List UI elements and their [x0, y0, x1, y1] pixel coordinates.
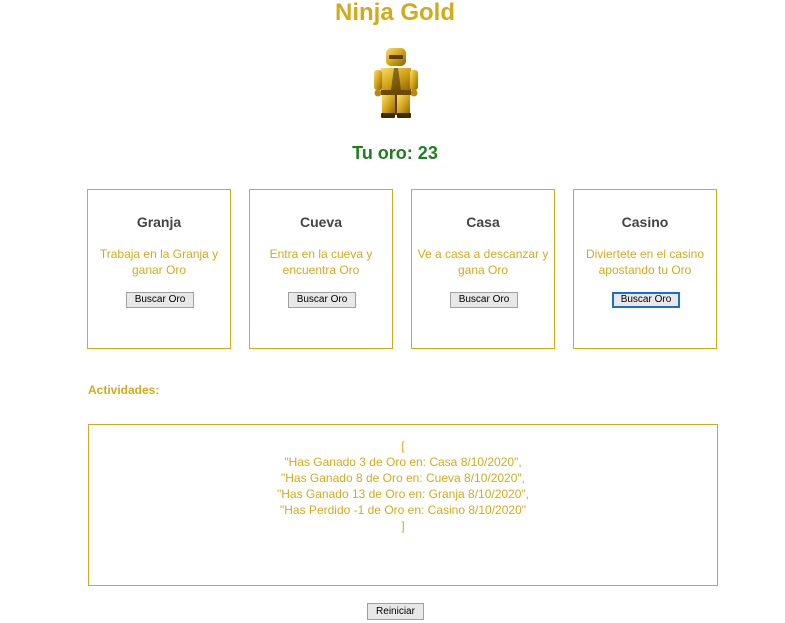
- gold-count: Tu oro: 23: [352, 143, 438, 163]
- location-title: Cueva: [299, 214, 343, 230]
- activity-log-text: [ "Has Ganado 3 de Oro en: Casa 8/10/202…: [276, 439, 530, 533]
- location-title: Granja: [136, 214, 182, 230]
- find-gold-button-cueva[interactable]: Buscar Oro: [288, 292, 356, 308]
- page-title: Ninja Gold: [335, 0, 455, 26]
- gold-ninja-figure-icon: [374, 48, 418, 118]
- location-title: Casa: [466, 214, 500, 230]
- location-description: Ve a casa a descanzar y gana Oro: [417, 247, 549, 277]
- find-gold-button-casa[interactable]: Buscar Oro: [450, 292, 518, 308]
- activities-label: Actividades:: [88, 383, 160, 397]
- location-card-casa: Casa Ve a casa a descanzar y gana Oro Bu…: [411, 189, 555, 349]
- location-description: Diviertete en el casino apostando tu Oro: [585, 247, 705, 277]
- reset-button[interactable]: Reiniciar: [367, 603, 424, 620]
- find-gold-button-granja[interactable]: Buscar Oro: [126, 292, 194, 308]
- activity-log: [ "Has Ganado 3 de Oro en: Casa 8/10/202…: [88, 424, 718, 586]
- location-card-granja: Granja Trabaja en la Granja y ganar Oro …: [87, 189, 231, 349]
- find-gold-button-casino[interactable]: Buscar Oro: [612, 292, 680, 308]
- location-card-cueva: Cueva Entra en la cueva y encuentra Oro …: [249, 189, 393, 349]
- location-description: Trabaja en la Granja y ganar Oro: [99, 247, 219, 277]
- location-card-casino: Casino Diviertete en el casino apostando…: [573, 189, 717, 349]
- location-title: Casino: [621, 214, 669, 230]
- location-description: Entra en la cueva y encuentra Oro: [269, 247, 373, 277]
